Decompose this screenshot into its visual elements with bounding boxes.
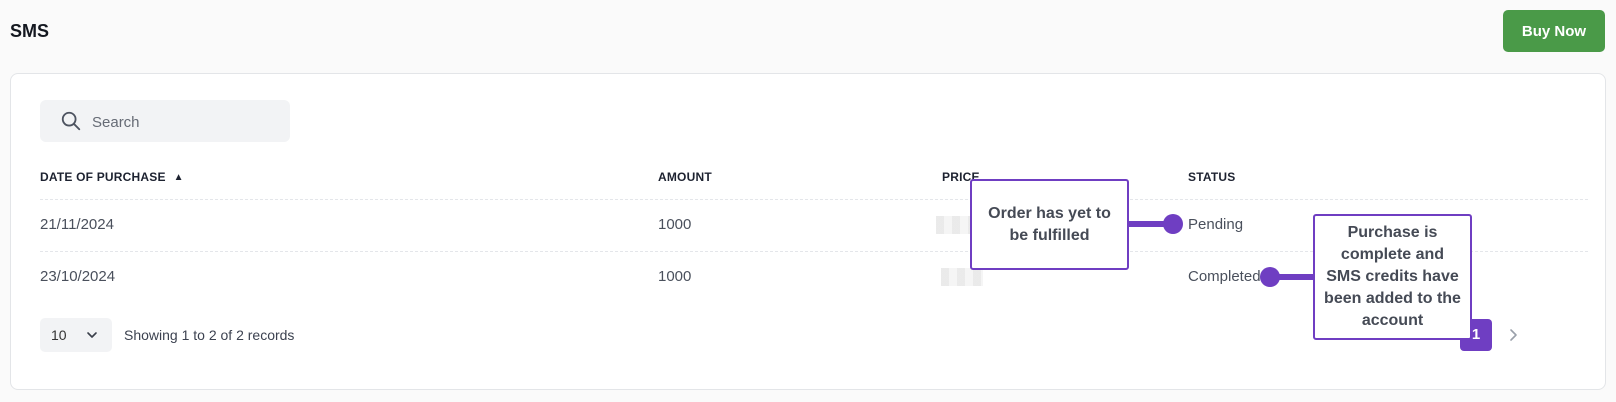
- search-icon: [61, 111, 81, 131]
- chevron-right-icon[interactable]: [1504, 326, 1522, 344]
- row-status: Completed: [1188, 268, 1261, 285]
- sort-asc-icon[interactable]: ▲: [174, 172, 184, 183]
- buy-now-button[interactable]: Buy Now: [1503, 10, 1605, 52]
- pending-callout-dot: [1163, 214, 1183, 234]
- pending-callout-text: Order has yet to be fulfilled: [988, 204, 1111, 244]
- pending-callout: Order has yet to be fulfilled: [970, 179, 1129, 270]
- completed-callout-dot: [1260, 267, 1280, 287]
- completed-callout-text: Purchase is complete and SMS credits hav…: [1324, 224, 1461, 329]
- redacted-price: [941, 268, 983, 286]
- row-status: Pending: [1188, 216, 1244, 233]
- column-header-date-label: DATE OF PURCHASE: [40, 170, 166, 184]
- column-header-status[interactable]: STATUS: [1188, 170, 1235, 184]
- row-amount: 1000: [658, 268, 692, 285]
- column-header-date[interactable]: DATE OF PURCHASE ▲: [40, 170, 184, 184]
- completed-callout: Purchase is complete and SMS credits hav…: [1313, 214, 1472, 340]
- records-count: Showing 1 to 2 of 2 records: [124, 327, 295, 343]
- chevron-down-icon: [87, 332, 97, 338]
- row-amount: 1000: [658, 216, 692, 233]
- search-box[interactable]: [40, 100, 290, 142]
- search-input[interactable]: [90, 106, 279, 138]
- row-date: 21/11/2024: [40, 216, 114, 233]
- page-title: SMS: [10, 21, 50, 41]
- column-header-amount[interactable]: AMOUNT: [658, 170, 712, 184]
- page-size-value: 10: [51, 327, 67, 343]
- row-date: 23/10/2024: [40, 268, 116, 285]
- page-size-select[interactable]: 10: [40, 318, 112, 352]
